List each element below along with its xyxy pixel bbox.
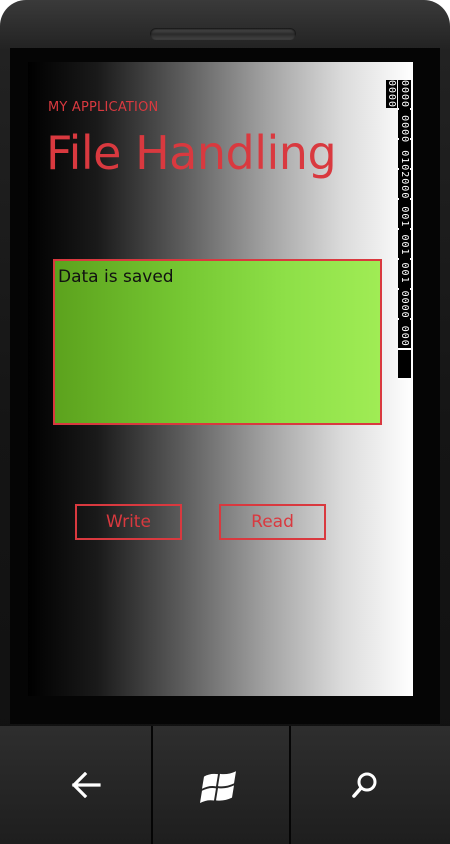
back-arrow-icon bbox=[71, 772, 101, 798]
back-button[interactable] bbox=[12, 726, 160, 844]
search-icon bbox=[352, 772, 377, 798]
frame-rate-counter: 0000 0000 0102000 001 001 001 0000 000 0… bbox=[386, 80, 411, 380]
phone-frame: 0000 0000 0102000 001 001 001 0000 000 0… bbox=[0, 0, 450, 844]
earpiece-speaker bbox=[150, 28, 296, 40]
write-button[interactable]: Write bbox=[75, 504, 182, 540]
data-textbox[interactable]: Data is saved bbox=[53, 259, 382, 425]
hardware-nav-bar bbox=[0, 726, 450, 844]
read-button[interactable]: Read bbox=[219, 504, 326, 540]
textbox-text: Data is saved bbox=[58, 267, 174, 287]
search-button[interactable] bbox=[290, 726, 440, 844]
app-screen: 0000 0000 0102000 001 001 001 0000 000 0… bbox=[28, 62, 413, 696]
application-title: MY APPLICATION bbox=[48, 100, 159, 115]
start-button[interactable] bbox=[150, 726, 290, 844]
windows-logo-icon bbox=[200, 771, 236, 803]
page-title: File Handling bbox=[46, 126, 337, 180]
